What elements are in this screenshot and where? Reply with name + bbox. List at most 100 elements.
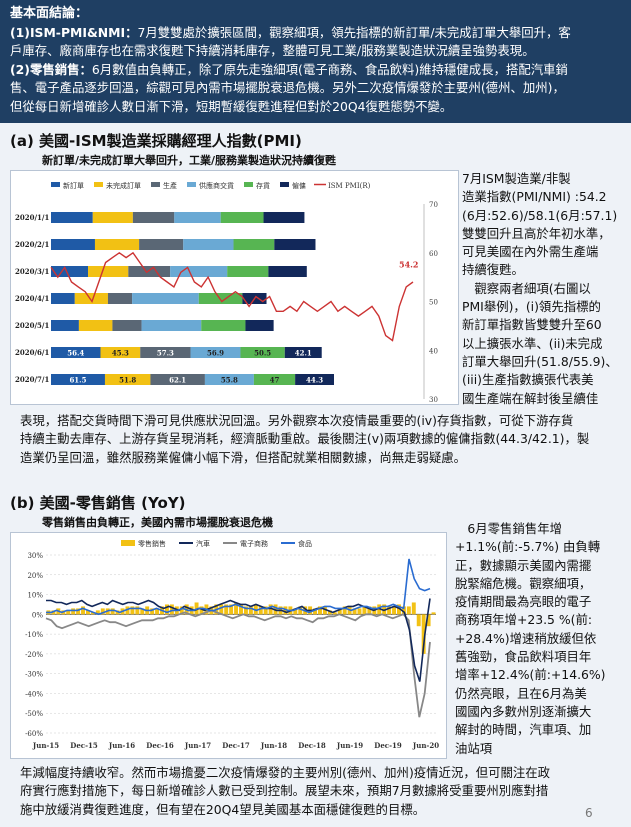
retail-bar	[71, 608, 76, 615]
legend-label: 汽車	[196, 539, 210, 548]
bar-label: 55.8	[221, 376, 238, 385]
legend-swatch	[121, 540, 135, 546]
pmi-chart: 新訂單 未完成訂單 生產 供應商交貨 存貨 僱傭 ISM PMI(R) 30 40 50 60 70 2…	[10, 170, 459, 405]
legend-swatch	[244, 182, 253, 187]
point-1-text: 7月雙雙處於擴張區間，觀察細項，領先指標的新訂單/未完成訂單大舉回升，客	[137, 24, 571, 40]
side-text-line: +28.4%)增速稍放緩但依	[455, 630, 597, 646]
section-b-paragraph: 年減幅度持續收窄。然而市場擔憂二次疫情爆發的主要州別(德州、加州)疫情近況，但可…	[20, 764, 620, 819]
page-number: 6	[585, 806, 593, 820]
legend-swatch	[51, 182, 60, 187]
retail-bar	[357, 608, 362, 615]
legend-label: 電子商務	[240, 539, 268, 548]
category-label: 2020/2/1	[15, 240, 49, 249]
y-tick: 10%	[27, 592, 43, 600]
bar-label: 47	[270, 376, 280, 385]
right-axis-tick: 60	[429, 250, 438, 258]
section-a-subtitle: 新訂單/未完成訂單大舉回升，工業/服務業製造狀況持續復甦	[42, 154, 337, 167]
pmi-chart-svg: 新訂單 未完成訂單 生產 供應商交貨 存貨 僱傭 ISM PMI(R) 30 40 50 60 70 2…	[15, 181, 438, 404]
bar-segment	[107, 293, 133, 304]
paragraph-line: 持續主動去庫存、上游存貨呈現消耗，經濟脈動重啟。最後關注(v)兩項數據的僱傭指數…	[20, 431, 590, 447]
x-tick: Jun-20	[412, 741, 439, 750]
legend-label: 供應商交貨	[199, 181, 234, 190]
bar-label: 56.9	[207, 349, 224, 358]
bar-segment	[112, 320, 142, 331]
x-tick: Jun-18	[260, 741, 287, 750]
bar-segment	[274, 239, 316, 250]
summary-box: 基本面結論： (1)ISM-PMI&NMI：7月雙雙處於擴張區間，觀察細項，領先…	[0, 0, 631, 123]
side-text-line: 6月零售銷售年增	[455, 521, 563, 536]
point-2-text-3: 但從每日新增確診人數日漸下滑，短期暫緩復甦進程但對於20Q4復甦態勢不變。	[10, 98, 453, 114]
x-tick: Jun-19	[336, 741, 363, 750]
side-text-line: 油站項	[455, 740, 493, 756]
paragraph-line: 表現，搭配交貨時間下滑可見供應狀況回溫。另外觀察本次疫情最重要的(iv)存貨指數…	[20, 413, 574, 428]
x-tick: Jun-15	[32, 741, 59, 750]
bar-segment	[88, 266, 129, 277]
legend-label: 僱傭	[292, 181, 306, 190]
retail-bar	[81, 606, 85, 615]
legend-label: 存貨	[256, 181, 270, 190]
category-label: 2020/3/1	[15, 267, 49, 276]
bar-label: 56.4	[67, 349, 84, 358]
bar-label: 50.5	[254, 349, 271, 358]
legend-label: 食品	[298, 539, 312, 548]
side-text-line: 脫緊縮危機。觀察細項，	[455, 575, 592, 591]
bar-segment	[227, 266, 269, 277]
category-label: 2020/7/1	[15, 375, 49, 384]
summary-point-2: (2)零售銷售：6月數值由負轉正，除了原先走強細項(電子商務、食品飲料)維持穩健…	[10, 61, 621, 80]
side-text-line: 持續復甦。	[462, 262, 524, 278]
legend-swatch	[151, 182, 160, 187]
y-tick: -10%	[25, 631, 43, 639]
side-text-line: 以上擴張水準、(ii)未完成	[462, 335, 603, 351]
bar-segment	[141, 320, 202, 331]
paragraph-line: 府實行應對措施下，每日新增確診人數已受到控制。展望未來，預期7月數據將受重要州別…	[20, 783, 549, 799]
legend-label: 新訂單	[63, 181, 84, 190]
retail-bar	[406, 606, 411, 615]
side-text-line: 仍然亮眼，且在6月為美	[455, 685, 587, 701]
category-label: 2020/6/1	[15, 348, 49, 357]
side-text-line: 造業指數(PMI/NMI) :54.2	[462, 189, 607, 205]
right-axis-tick: 50	[429, 299, 438, 307]
bar-label: 61.5	[69, 376, 86, 385]
retail-bar	[110, 608, 115, 615]
x-tick: Dec-17	[222, 741, 250, 750]
legend-label: 零售銷售	[138, 539, 166, 548]
side-text-line: +1.1%(前:-5.7%) 由負轉	[455, 539, 601, 555]
bar-segment	[268, 266, 307, 277]
section-b-side-text: 6月零售銷售年增 +1.1%(前:-5.7%) 由負轉 正，數據顯示美國內需擺 脫緊縮…	[455, 520, 625, 758]
point-2-text: 6月數值由負轉正，除了原先走強細項(電子商務、食品飲料)維持穩健成長，搭配汽車銷	[91, 61, 568, 77]
x-tick: Jun-16	[108, 741, 135, 750]
bar-segment	[78, 320, 113, 331]
point-1-label: (1)ISM-PMI&NMI：	[10, 24, 138, 40]
bar-segment	[220, 212, 264, 223]
right-axis-tick: 30	[429, 396, 438, 404]
bar-segment	[74, 293, 108, 304]
side-text-line: 觀察兩者細項(右圖以	[462, 280, 591, 296]
bar-label: 44.3	[306, 376, 323, 385]
paragraph-line: 年減幅度持續收窄。然而市場擔憂二次疫情爆發的主要州別(德州、加州)疫情近況，但可…	[20, 765, 551, 780]
bar-segment	[94, 239, 140, 250]
section-a-side-text: 7月ISM製造業/非製 造業指數(PMI/NMI) :54.2 (6月:52.6)/…	[462, 170, 627, 408]
legend-label: 未完成訂單	[106, 181, 141, 190]
y-tick: -30%	[25, 671, 43, 679]
summary-title: 基本面結論：	[10, 6, 89, 21]
section-b-title: (b) 美國-零售銷售 (YoY)	[10, 494, 186, 512]
y-tick: -20%	[25, 651, 43, 659]
bar-label: 42.1	[295, 349, 312, 358]
ecom-line	[45, 609, 431, 718]
y-tick: 30%	[27, 552, 43, 560]
bar-segment	[198, 293, 243, 304]
bar-segment	[201, 320, 246, 331]
bar-segment	[92, 212, 133, 223]
bar-segment	[174, 212, 221, 223]
y-tick: -50%	[25, 710, 43, 718]
side-text-line: 解封的時間，汽車項、加	[455, 722, 592, 738]
y-tick: 0%	[32, 611, 43, 619]
bar-segment	[139, 239, 184, 250]
side-text-line: 雙雙回升且高於年初水準，	[462, 225, 611, 241]
legend-label: 生產	[163, 181, 177, 190]
retail-bar	[431, 612, 436, 615]
side-text-line: 疫情期間最為亮眼的電子	[455, 594, 592, 610]
food-line	[46, 558, 431, 616]
side-text-line: 商務項年增+23.5 %(前:	[455, 612, 593, 628]
summary-point-1: (1)ISM-PMI&NMI：7月雙雙處於擴張區間，觀察細項，領先指標的新訂單/…	[10, 24, 621, 43]
